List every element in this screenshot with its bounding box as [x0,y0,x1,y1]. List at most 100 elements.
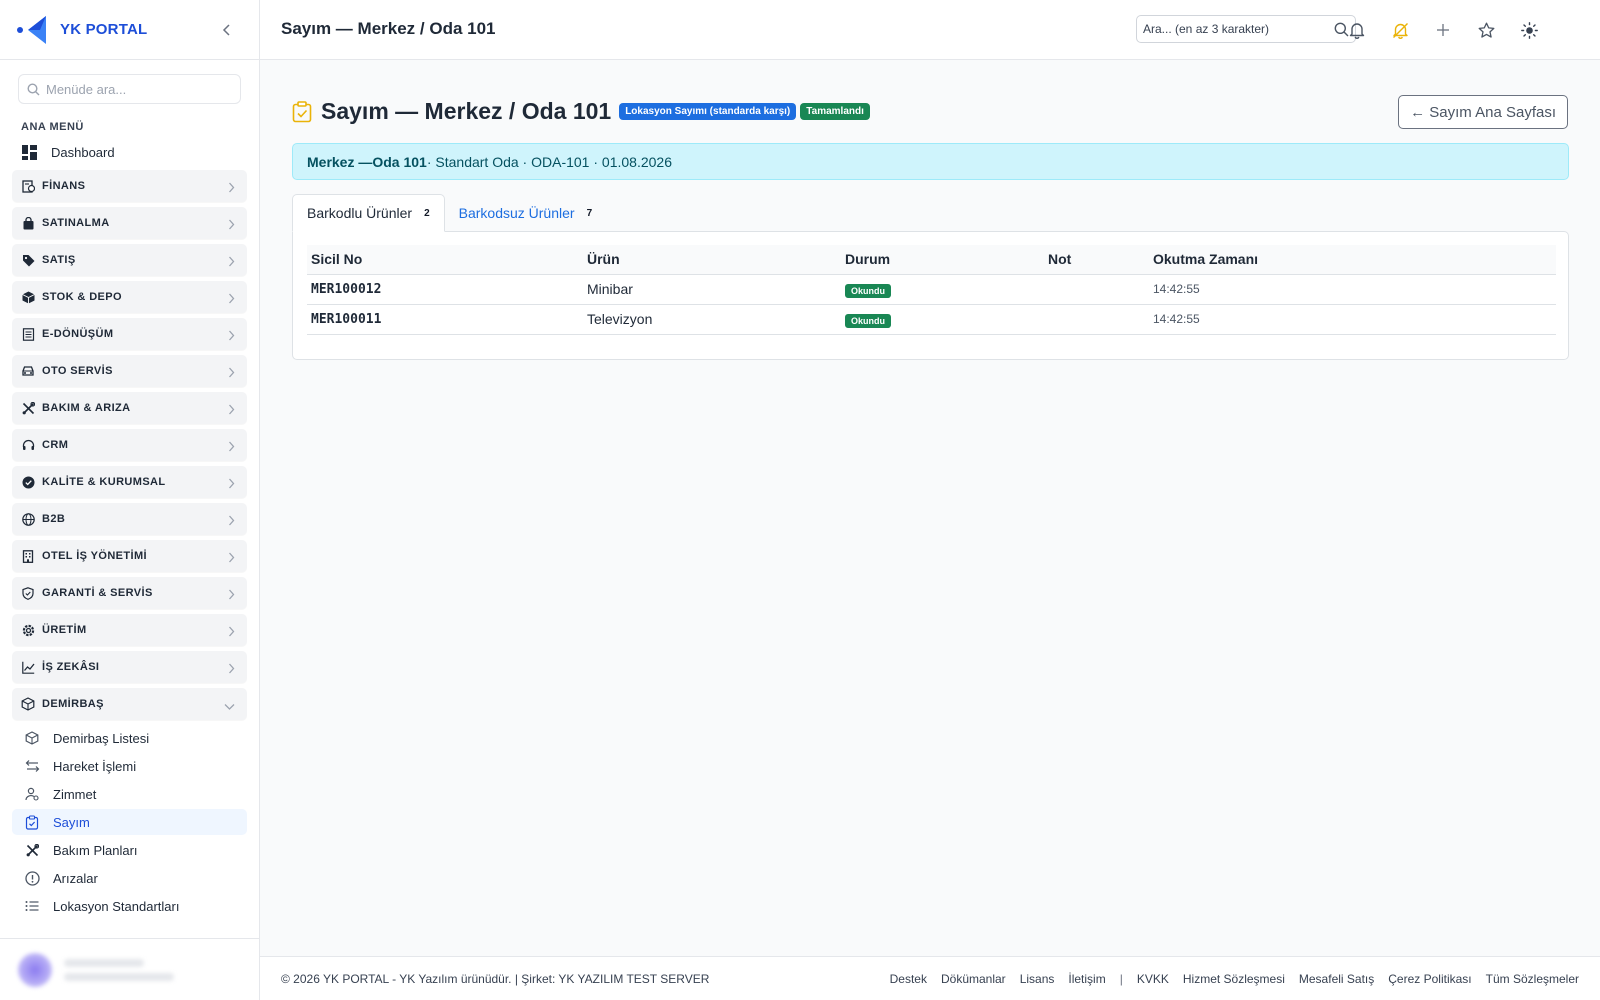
chevron-right-icon [228,439,235,457]
sidebar-subitem-2[interactable]: Hareket İşlemi [12,753,247,779]
award-icon [21,475,35,489]
cell-zaman: 14:42:55 [1149,274,1556,305]
topbar: Sayım — Merkez / Oda 101 [260,0,1600,60]
footer-link-service-agreement[interactable]: Hizmet Sözleşmesi [1183,972,1285,986]
sidebar-subitem-3[interactable]: Zimmet [12,781,247,807]
table-row: MER100012 Minibar Okundu 14:42:55 [307,274,1556,305]
sidebar-subitem-1[interactable]: Demirbaş Listesi [12,725,247,751]
sidebar-group-8[interactable]: CRM [12,429,247,461]
chevron-right-icon [228,402,235,420]
finance-icon [21,179,35,193]
footer-link-cookie-policy[interactable]: Çerez Politikası [1388,972,1471,986]
menu-search-input[interactable] [46,81,226,97]
status-badge: Tamamlandı [800,103,870,120]
sidebar-subitem-label: Hareket İşlemi [53,758,137,774]
notifications-button[interactable] [1346,19,1368,41]
cell-not [1044,304,1149,335]
sidebar-group-5[interactable]: E-DÖNÜŞÜM [12,318,247,350]
list-icon [24,900,40,912]
user-profile[interactable] [0,938,259,1000]
sidebar-subitem-label: Demirbaş Listesi [53,730,150,746]
column-header-zaman: Okutma Zamanı [1149,245,1556,275]
sidebar-group-label: SATINALMA [42,217,110,229]
dashboard-icon [22,144,37,160]
sidebar-group-14[interactable]: İŞ ZEKÂSI [12,651,247,683]
sidebar-group-7[interactable]: BAKIM & ARIZA [12,392,247,424]
gear-icon [21,623,35,637]
sidebar-subitem-7[interactable]: Lokasyon Standartları [12,893,247,919]
sidebar-group-label: B2B [42,513,66,525]
cell-urun: Televizyon [583,304,841,335]
clipboard-check-icon [292,100,312,122]
sidebar-group-4[interactable]: STOK & DEPO [12,281,247,313]
search-icon [27,82,40,95]
footer-links: Destek Dökümanlar Lisans İletişim | KVKK… [876,972,1579,986]
chevron-right-icon [228,291,235,309]
page-header: Sayım — Merkez / Oda 101 Lokasyon Sayımı… [292,98,874,125]
sidebar-group-11[interactable]: OTEL İŞ YÖNETİMİ [12,540,247,572]
sidebar-group-label: OTEL İŞ YÖNETİMİ [42,550,148,562]
sidebar-group-label: BAKIM & ARIZA [42,402,131,414]
footer-link-docs[interactable]: Dökümanlar [941,972,1006,986]
sidebar-group-label: FİNANS [42,180,86,192]
theme-toggle-button[interactable] [1518,19,1540,41]
cube-icon [21,697,35,711]
sidebar-group-2[interactable]: SATINALMA [12,207,247,239]
status-badge: Okundu [845,313,891,328]
sidebar-group-12[interactable]: GARANTİ & SERVİS [12,577,247,609]
table-row: MER100011 Televizyon Okundu 14:42:55 [307,304,1556,335]
sidebar-group-label: DEMİRBAŞ [42,698,104,710]
chevron-right-icon [228,328,235,346]
footer-link-license[interactable]: Lisans [1020,972,1055,986]
star-icon [1478,22,1494,38]
user-info-blurred [64,958,174,981]
tab-barcoded-products[interactable]: Barkodlu Ürünler 2 [292,194,445,232]
chevron-right-icon [228,587,235,605]
footer-link-kvkk[interactable]: KVKK [1137,972,1169,986]
sidebar-group-13[interactable]: ÜRETİM [12,614,247,646]
chevron-right-icon [228,513,235,531]
footer-link-contact[interactable]: İletişim [1068,972,1105,986]
clipboard-check-icon [24,814,40,830]
sidebar-group-label: E-DÖNÜŞÜM [42,328,114,340]
sidebar-subitem-5[interactable]: Bakım Planları [12,837,247,863]
sidebar-subitem-label: Lokasyon Standartları [53,898,180,914]
sidebar-group-6[interactable]: OTO SERVİS [12,355,247,387]
sidebar-group-label: İŞ ZEKÂSI [42,661,100,673]
sidebar-group-9[interactable]: KALİTE & KURUMSAL [12,466,247,498]
cell-sicil: MER100011 [307,304,583,335]
tag-icon [21,253,35,267]
brand: YK PORTAL [0,0,259,60]
sidebar-subitem-4[interactable]: Sayım [12,809,247,835]
global-search-input[interactable] [1143,22,1328,36]
sidebar-item-dashboard[interactable]: Dashboard [12,138,247,166]
sidebar-group-1[interactable]: FİNANS [12,170,247,202]
cell-sicil: MER100012 [307,274,583,305]
cell-not [1044,274,1149,305]
sidebar-group-15[interactable]: DEMİRBAŞ [12,688,247,720]
sidebar-subitem-label: Arızalar [53,870,98,886]
sidebar-group-3[interactable]: SATIŞ [12,244,247,276]
tools-icon [21,401,35,415]
sidebar-group-label: SATIŞ [42,254,76,266]
scanned-items-table: Sicil No Ürün Durum Not Okutma Zamanı ME… [307,245,1556,335]
globe-icon [21,512,35,526]
tab-non-barcoded-products[interactable]: Barkodsuz Ürünler 7 [445,194,607,232]
add-button[interactable] [1432,19,1454,41]
location-room: Oda 101 [372,153,427,170]
chevron-right-icon [228,365,235,383]
footer-link-all-agreements[interactable]: Tüm Sözleşmeler [1486,972,1579,986]
footer-link-distance-sales[interactable]: Mesafeli Satış [1299,972,1374,986]
footer-link-support[interactable]: Destek [890,972,927,986]
sidebar-group-10[interactable]: B2B [12,503,247,535]
sidebar-collapse-button[interactable] [217,20,237,40]
sidebar-subitem-6[interactable]: Arızalar [12,865,247,891]
cell-durum: Okundu [841,274,1044,305]
chevron-left-icon [222,24,230,36]
mute-notifications-button[interactable] [1389,19,1411,41]
sidebar: YK PORTAL ANA MENÜ Dashboard FİNANS SATIN… [0,0,260,1000]
menu-search [18,74,241,104]
back-to-count-home-button[interactable]: ← Sayım Ana Sayfası [1398,95,1568,129]
chevron-right-icon [228,254,235,272]
favorites-button[interactable] [1475,19,1497,41]
